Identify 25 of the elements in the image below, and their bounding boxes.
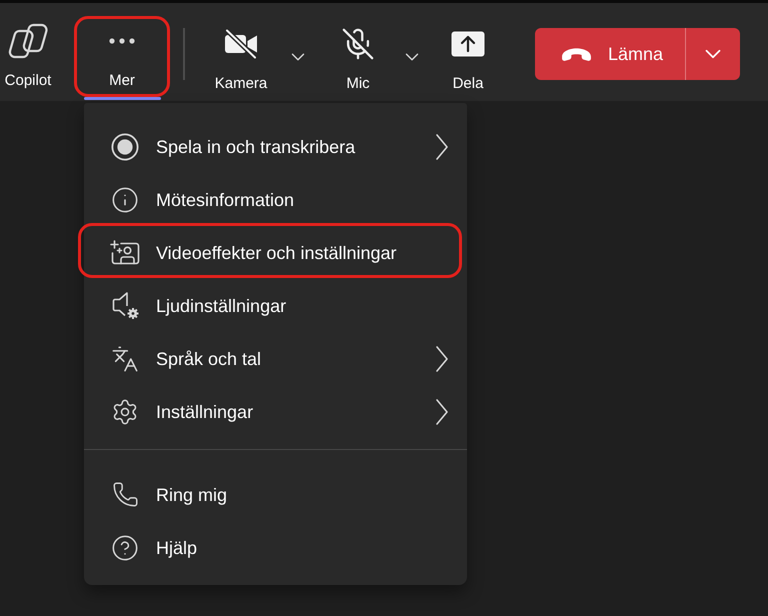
menu-item[interactable]: Hjälp (84, 521, 467, 574)
translate-icon (111, 344, 139, 372)
more-icon (109, 38, 135, 44)
copilot-logo-icon (8, 23, 48, 59)
share-button[interactable]: Dela (440, 16, 496, 97)
help-icon (111, 534, 139, 562)
mic-button[interactable]: Mic (322, 16, 394, 97)
menu-item[interactable]: Ljudinställningar (84, 279, 467, 332)
arrow-up-box-icon (451, 31, 485, 57)
menu-item[interactable]: Spela in och transkribera (84, 120, 467, 173)
person-frame-sparkle-icon (110, 240, 140, 266)
phone-handset-icon (560, 46, 593, 62)
copilot-button[interactable]: Copilot (0, 16, 56, 97)
menu-item[interactable]: Ring mig (84, 468, 467, 521)
info-icon (111, 186, 139, 214)
menu-item[interactable]: Videoeffekter och inställningar (84, 226, 467, 279)
menu-item[interactable]: Inställningar (84, 385, 467, 438)
settings-icon (111, 398, 139, 426)
leave-button[interactable]: Lämna (535, 28, 685, 80)
phone-icon (112, 481, 138, 508)
record-icon (111, 132, 139, 160)
speaker-gear-icon (110, 291, 140, 320)
menu-item[interactable]: Mötesinformation (84, 173, 467, 226)
camera-button[interactable]: Kamera (205, 16, 277, 97)
menu-item[interactable]: Språk och tal (84, 332, 467, 385)
